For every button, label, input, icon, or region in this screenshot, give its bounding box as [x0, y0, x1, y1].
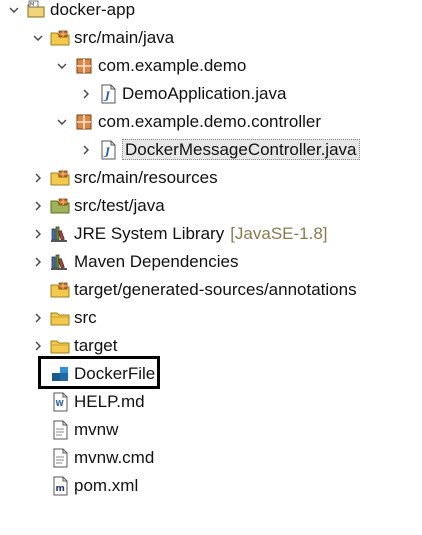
generated-source-folder-icon [50, 280, 70, 300]
tree-item-label-wrap: com.example.demo.controller [98, 110, 321, 134]
chevron-right-icon[interactable] [30, 222, 46, 246]
chevron-right-icon[interactable] [78, 82, 94, 106]
tree-item[interactable]: Mdocker-app [0, 0, 422, 24]
tree-item-label-wrap: src [74, 306, 97, 330]
tree-item[interactable]: com.example.demo [0, 52, 422, 80]
tree-item-label: target [74, 336, 118, 355]
tree-item[interactable]: com.example.demo.controller [0, 108, 422, 136]
tree-item[interactable]: mvnw [0, 416, 422, 444]
tree-item[interactable]: J DemoApplication.java [0, 80, 422, 108]
tree-item-label: target/generated-sources/annotations [74, 280, 357, 299]
chevron-right-icon[interactable] [78, 138, 94, 162]
svg-text:M: M [30, 2, 34, 8]
tree-item-label-wrap: HELP.md [74, 390, 145, 414]
tree-item-label: DemoApplication.java [122, 84, 287, 103]
tree-item[interactable]: src/main/java [0, 24, 422, 52]
chevron-right-icon[interactable] [30, 306, 46, 330]
tree-item-label-wrap: DemoApplication.java [122, 82, 286, 106]
chevron-right-icon[interactable] [30, 194, 46, 218]
test-source-folder-icon [50, 196, 70, 216]
tree-item[interactable]: W HELP.md [0, 388, 422, 416]
chevron-right-icon[interactable] [30, 334, 46, 358]
tree-item-label-wrap: com.example.demo [98, 54, 246, 78]
tree-item-label: com.example.demo.controller [98, 112, 321, 131]
source-folder-icon [50, 28, 70, 48]
tree-item[interactable]: mvnw.cmd [0, 444, 422, 472]
docker-file-icon [50, 364, 70, 384]
tree-item-label-wrap: DockerMessageController.java [122, 138, 360, 162]
tree-item[interactable]: src [0, 304, 422, 332]
tree-item-label-wrap: target [74, 334, 117, 358]
package-icon [74, 56, 94, 76]
project-explorer-tree: Mdocker-app src/main/java com.example.demo… [0, 0, 422, 535]
tree-item[interactable]: JRE System Library [JavaSE-1.8] [0, 220, 422, 248]
chevron-down-icon[interactable] [54, 54, 70, 78]
tree-item-label-wrap: src/test/java [74, 194, 165, 218]
library-icon [50, 224, 70, 244]
java-file-icon: J [98, 140, 118, 160]
tree-item-label: src [74, 308, 97, 327]
maven-project-icon: M [26, 0, 46, 20]
tree-item[interactable]: DockerFile [0, 360, 422, 388]
tree-item[interactable]: target/generated-sources/annotations [0, 276, 422, 304]
library-icon [50, 252, 70, 272]
tree-item-label: mvnw.cmd [74, 448, 155, 467]
tree-item-label-wrap: src/main/resources [74, 166, 218, 190]
tree-item-label-wrap: docker-app [50, 0, 135, 22]
tree-item-label: docker-app [50, 0, 136, 19]
chevron-down-icon[interactable] [30, 26, 46, 50]
chevron-right-icon[interactable] [30, 166, 46, 190]
svg-text:W: W [56, 399, 65, 408]
svg-text:m: m [56, 484, 65, 494]
tree-item-label-wrap: target/generated-sources/annotations [74, 278, 357, 302]
tree-item-label: src/test/java [74, 196, 165, 215]
text-file-icon [50, 420, 70, 440]
tree-item-label-wrap: src/main/java [74, 26, 174, 50]
folder-icon [50, 308, 70, 328]
tree-item-label-wrap: JRE System Library [JavaSE-1.8] [74, 222, 328, 246]
tree-item-label-wrap: mvnw [74, 418, 118, 442]
tree-item-label: src/main/java [74, 28, 175, 47]
source-folder-icon [50, 168, 70, 188]
tree-item-label-wrap: Maven Dependencies [74, 250, 238, 274]
tree-item-decoration: [JavaSE-1.8] [230, 224, 328, 243]
tree-item[interactable]: target [0, 332, 422, 360]
package-icon [74, 112, 94, 132]
tree-item-label-wrap: DockerFile [74, 362, 155, 386]
pom-file-icon: m [50, 476, 70, 496]
tree-item[interactable]: src/main/resources [0, 164, 422, 192]
tree-item[interactable]: Maven Dependencies [0, 248, 422, 276]
tree-item-label: JRE System Library [74, 224, 225, 243]
tree-item-label: src/main/resources [74, 168, 218, 187]
tree-item-label-wrap: mvnw.cmd [74, 446, 154, 470]
folder-icon [50, 336, 70, 356]
tree-item-label: pom.xml [74, 476, 139, 495]
tree-item-label: mvnw [74, 420, 119, 439]
tree-item-label: com.example.demo [98, 56, 247, 75]
chevron-right-icon[interactable] [30, 250, 46, 274]
chevron-down-icon[interactable] [6, 0, 22, 22]
text-file-icon [50, 448, 70, 468]
tree-item-label-wrap: pom.xml [74, 474, 138, 498]
tree-item-label: DockerFile [74, 364, 156, 383]
tree-item-label: HELP.md [74, 392, 145, 411]
chevron-down-icon[interactable] [54, 110, 70, 134]
tree-item[interactable]: J DockerMessageController.java [0, 136, 422, 164]
java-file-icon: J [98, 84, 118, 104]
tree-item[interactable]: m pom.xml [0, 472, 422, 500]
markdown-file-icon: W [50, 392, 70, 412]
tree-item[interactable]: src/test/java [0, 192, 422, 220]
tree-item-label: Maven Dependencies [74, 252, 239, 271]
tree-item-label: DockerMessageController.java [122, 139, 360, 160]
